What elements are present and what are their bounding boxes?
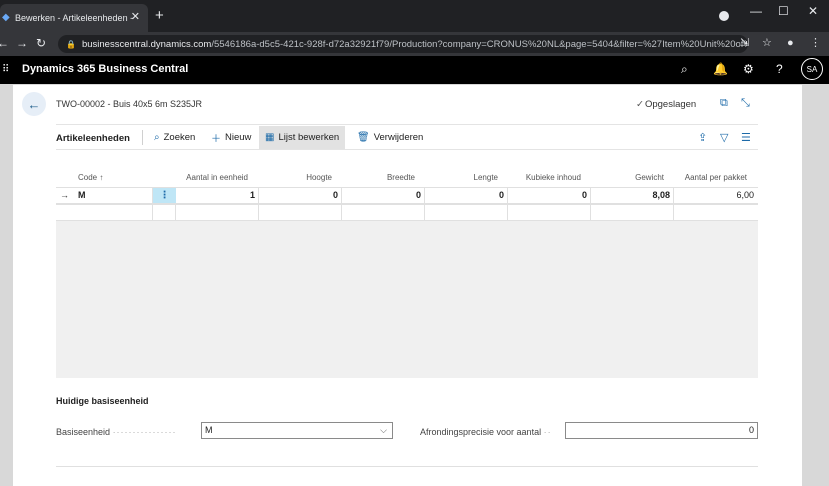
filter-icon[interactable]: ▽ bbox=[720, 131, 728, 144]
tab-title: Bewerken - Artikeleenheden - TV bbox=[15, 13, 133, 23]
cell-length[interactable]: 0 bbox=[425, 188, 508, 203]
search-icon: ⌕ bbox=[154, 132, 160, 143]
new-button[interactable]: ＋ Nieuw bbox=[205, 126, 257, 149]
open-new-window-icon[interactable]: ⧉ bbox=[720, 97, 728, 110]
install-app-icon[interactable]: ⇲ bbox=[740, 37, 749, 49]
app-name[interactable]: Dynamics 365 Business Central bbox=[22, 63, 188, 75]
column-header-width[interactable]: Breedte bbox=[342, 173, 415, 182]
plus-icon: ＋ bbox=[211, 134, 221, 145]
collapse-icon[interactable]: ⤡ bbox=[741, 97, 750, 110]
column-header-code[interactable]: Code ↑ bbox=[78, 173, 103, 182]
cell-cubage[interactable]: 0 bbox=[508, 188, 591, 203]
rounding-precision-label: Afrondingsprecisie voor aantal ·· bbox=[420, 427, 552, 437]
settings-gear-icon[interactable]: ⚙ bbox=[743, 62, 754, 76]
divider bbox=[56, 466, 758, 467]
divider bbox=[142, 130, 143, 145]
back-arrow-icon[interactable]: ← bbox=[0, 36, 9, 50]
empty-cell[interactable] bbox=[259, 205, 342, 220]
action-bar: Artikeleenheden ⌕ Zoeken ＋ Nieuw ▦ Lijst be… bbox=[56, 124, 758, 150]
empty-cell[interactable] bbox=[75, 205, 153, 220]
chevron-down-icon: ⌵ bbox=[380, 425, 387, 435]
back-button[interactable]: ← bbox=[22, 92, 46, 116]
maximize-icon[interactable]: ☐ bbox=[778, 4, 789, 18]
table-row[interactable]: → M ⋮ 1 0 0 0 0 8,08 6,00 bbox=[56, 187, 758, 204]
trash-icon: 🗑 bbox=[357, 132, 370, 143]
browser-tab[interactable]: ◆ Bewerken - Artikeleenheden - TV ✕ bbox=[0, 4, 148, 32]
share-icon[interactable]: ⇪ bbox=[698, 131, 707, 144]
list-view-icon[interactable]: ☰ bbox=[741, 131, 751, 144]
cell-qty[interactable]: 1 bbox=[176, 188, 259, 203]
cell-per-package[interactable]: 6,00 bbox=[674, 188, 757, 203]
minimize-icon[interactable]: — bbox=[750, 4, 762, 18]
page-title: TWO-00002 - Buis 40x5 6m S235JR bbox=[56, 99, 203, 109]
bookmark-star-icon[interactable]: ☆ bbox=[762, 37, 772, 49]
browser-menu-icon[interactable]: ⋮ bbox=[810, 37, 821, 49]
waffle-menu-icon[interactable]: ⠿ bbox=[2, 62, 9, 78]
edit-list-icon: ▦ bbox=[265, 132, 275, 143]
column-header-length[interactable]: Lengte bbox=[425, 173, 498, 182]
tab-close-icon[interactable]: ✕ bbox=[131, 11, 140, 23]
empty-new-row[interactable] bbox=[56, 204, 758, 221]
empty-cell bbox=[153, 205, 176, 220]
cell-weight[interactable]: 8,08 bbox=[591, 188, 674, 203]
cell-code[interactable]: M bbox=[75, 188, 153, 203]
dynamics-favicon-icon: ◆ bbox=[2, 12, 10, 23]
row-actions-button[interactable]: ⋮ bbox=[153, 188, 176, 203]
empty-cell[interactable] bbox=[508, 205, 591, 220]
empty-cell[interactable] bbox=[425, 205, 508, 220]
empty-cell[interactable] bbox=[342, 205, 425, 220]
cell-height[interactable]: 0 bbox=[259, 188, 342, 203]
units-grid: Code ↑ Aantal in eenheid Hoogte Breedte … bbox=[56, 166, 758, 378]
column-header-per-package[interactable]: Aantal per pakket bbox=[674, 173, 747, 182]
user-avatar[interactable]: SA bbox=[801, 58, 823, 80]
edit-list-button[interactable]: ▦ Lijst bewerken bbox=[259, 126, 346, 149]
saved-status: ✓Opgeslagen bbox=[636, 99, 697, 110]
base-unit-select[interactable]: M ⌵ bbox=[201, 422, 393, 439]
delete-button[interactable]: 🗑 Verwijderen bbox=[351, 126, 429, 149]
reload-icon[interactable]: ↻ bbox=[36, 36, 46, 50]
fasttab-title[interactable]: Huidige basiseenheid bbox=[56, 396, 149, 406]
browser-profile-icon[interactable] bbox=[719, 11, 729, 21]
column-header-height[interactable]: Hoogte bbox=[259, 173, 332, 182]
grid-header: Code ↑ Aantal in eenheid Hoogte Breedte … bbox=[56, 166, 758, 187]
lock-icon: 🔒 bbox=[66, 39, 76, 49]
forward-arrow-icon[interactable]: → bbox=[16, 36, 28, 50]
url-text: businesscentral.dynamics.com/5546186a-d5… bbox=[81, 38, 748, 50]
search-button[interactable]: ⌕ Zoeken bbox=[148, 126, 201, 149]
empty-cell[interactable] bbox=[591, 205, 674, 220]
column-header-qty[interactable]: Aantal in eenheid bbox=[176, 173, 248, 182]
column-header-cubage[interactable]: Kubieke inhoud bbox=[508, 173, 581, 182]
window-close-icon[interactable]: ✕ bbox=[808, 4, 818, 18]
part-title: Artikeleenheden bbox=[56, 133, 130, 144]
search-icon[interactable]: ⌕ bbox=[681, 62, 688, 76]
profile-icon[interactable]: ● bbox=[787, 37, 794, 49]
empty-cell[interactable] bbox=[176, 205, 259, 220]
browser-addressbar: ← → ↻ 🔒 businesscentral.dynamics.com/554… bbox=[0, 32, 829, 56]
new-tab-button[interactable]: + bbox=[155, 8, 164, 24]
base-unit-label: Basiseenheid ················ bbox=[56, 427, 177, 437]
help-icon[interactable]: ? bbox=[776, 62, 783, 76]
rounding-precision-input[interactable]: 0 bbox=[565, 422, 758, 439]
check-icon: ✓ bbox=[636, 99, 644, 110]
back-arrow-icon: ← bbox=[27, 96, 41, 112]
cell-width[interactable]: 0 bbox=[342, 188, 425, 203]
url-bar[interactable]: 🔒 businesscentral.dynamics.com/5546186a-… bbox=[58, 35, 748, 53]
browser-tabbar: ◆ Bewerken - Artikeleenheden - TV ✕ + — … bbox=[0, 0, 829, 32]
column-header-weight[interactable]: Gewicht bbox=[591, 173, 664, 182]
app-header: ⠿ Dynamics 365 Business Central ⌕ 🔔 ⚙ ? bbox=[0, 56, 829, 84]
notification-bell-icon[interactable]: 🔔 bbox=[713, 62, 728, 76]
current-row-arrow-icon: → bbox=[60, 190, 69, 200]
